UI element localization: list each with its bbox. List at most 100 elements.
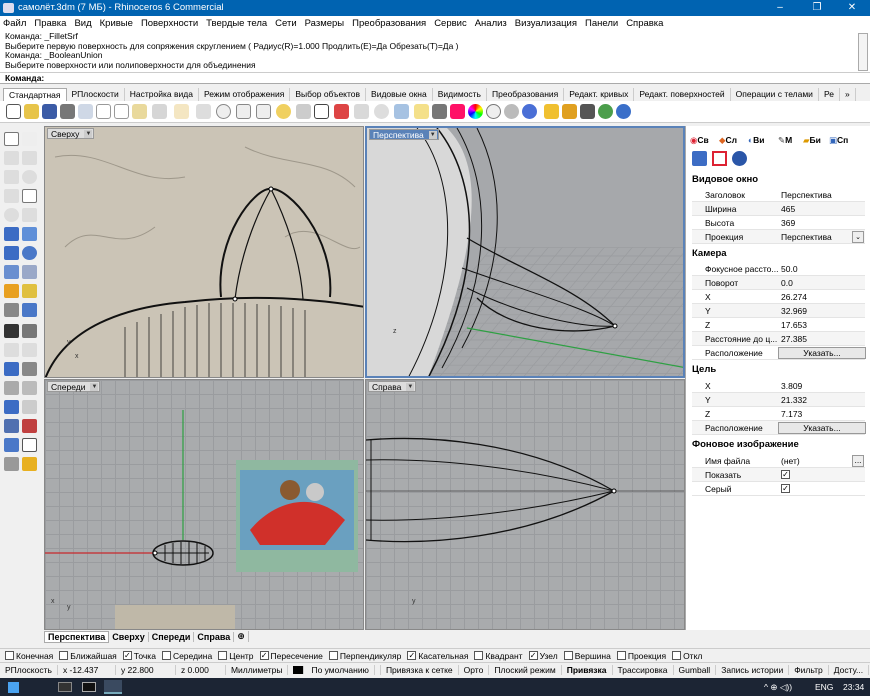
- osnap-item[interactable]: Конечная: [5, 651, 53, 661]
- rectangle-icon[interactable]: [22, 189, 37, 203]
- tab-standard[interactable]: Стандартная: [3, 88, 67, 101]
- osnap-item[interactable]: ✓ Узел: [528, 651, 558, 661]
- cplane-status[interactable]: РПлоскость: [0, 665, 58, 675]
- system-tray-icons[interactable]: ^ ⊕ ◁)): [764, 682, 792, 693]
- print-icon[interactable]: [60, 104, 75, 119]
- pan-hand-icon[interactable]: [174, 104, 189, 119]
- tab-viewport-layout[interactable]: Видовые окна: [366, 88, 433, 101]
- rotate-icon[interactable]: [4, 400, 19, 414]
- planar-toggle[interactable]: Плоский режим: [489, 665, 562, 675]
- import-icon[interactable]: [78, 104, 93, 119]
- cplane-icon[interactable]: [354, 104, 369, 119]
- menu-solids[interactable]: Твердые тела: [206, 18, 267, 29]
- projection-select[interactable]: Перспектива: [781, 230, 832, 244]
- move-icon[interactable]: [4, 381, 19, 395]
- light-icon[interactable]: [544, 104, 559, 119]
- loft-icon[interactable]: [22, 227, 37, 241]
- curve-icon[interactable]: [4, 170, 19, 184]
- focal-length-field[interactable]: 50.0: [781, 262, 798, 276]
- zoom-extents-icon[interactable]: [256, 104, 271, 119]
- mesh-icon[interactable]: [22, 265, 37, 279]
- viewport-menu-icon[interactable]: ▼: [90, 383, 99, 391]
- tab-cplanes[interactable]: РПлоскости: [67, 88, 125, 101]
- osnap-checkbox[interactable]: ✓: [259, 651, 269, 660]
- osnap-checkbox[interactable]: [672, 651, 682, 660]
- tab-solid-tools[interactable]: Операции с телами: [731, 88, 819, 101]
- options-gear-icon[interactable]: [562, 104, 577, 119]
- menu-surfaces[interactable]: Поверхности: [141, 18, 198, 29]
- osnap-checkbox[interactable]: [563, 651, 573, 660]
- ellipse-icon[interactable]: [4, 208, 19, 222]
- menu-curves[interactable]: Кривые: [100, 18, 133, 29]
- camera-properties-icon[interactable]: [692, 151, 707, 166]
- boolean-icon[interactable]: [4, 324, 19, 338]
- terminal-icon[interactable]: [82, 682, 96, 692]
- rotation-field[interactable]: 0.0: [781, 276, 793, 290]
- panel-tab-library[interactable]: ▰Би: [803, 134, 821, 147]
- mirror-icon[interactable]: [4, 419, 19, 433]
- clock[interactable]: 23:34: [843, 682, 864, 692]
- access-status[interactable]: Досту...: [829, 665, 870, 675]
- menu-help[interactable]: Справка: [626, 18, 663, 29]
- select-icon[interactable]: [374, 104, 389, 119]
- osnap-item[interactable]: Проекция: [616, 651, 666, 661]
- panel-tab-materials[interactable]: ✎М: [778, 134, 792, 147]
- command-line[interactable]: Команда:: [0, 73, 870, 84]
- menu-view[interactable]: Вид: [74, 18, 91, 29]
- tab-curve-tools[interactable]: Редакт. кривых: [564, 88, 635, 101]
- height-field[interactable]: 369: [781, 216, 795, 230]
- check-icon[interactable]: [598, 104, 613, 119]
- grasshopper-icon[interactable]: [580, 104, 595, 119]
- filter-toggle[interactable]: Фильтр: [789, 665, 829, 675]
- menu-render[interactable]: Визуализация: [515, 18, 577, 29]
- menu-tools[interactable]: Сервис: [434, 18, 467, 29]
- sphere-icon[interactable]: [22, 246, 37, 260]
- tab-display[interactable]: Режим отображения: [199, 88, 291, 101]
- add-viewport-tab-button[interactable]: ⊕: [234, 631, 249, 642]
- target-z-field[interactable]: 7.173: [781, 407, 802, 421]
- osnap-checkbox[interactable]: [5, 651, 14, 660]
- viewport-right-label[interactable]: Справа ▼: [368, 381, 417, 392]
- camera-y-field[interactable]: 32.969: [781, 304, 807, 318]
- four-viewports-icon[interactable]: [314, 104, 329, 119]
- camera-location-button[interactable]: Указать...: [778, 347, 866, 359]
- frame-icon[interactable]: [712, 151, 727, 166]
- tab-more[interactable]: Ре: [819, 88, 840, 101]
- tabs-overflow-button[interactable]: »: [840, 88, 856, 101]
- viewport-right[interactable]: Справа ▼ y: [365, 379, 685, 630]
- osnap-item[interactable]: Откл: [672, 651, 702, 661]
- viewport-menu-icon[interactable]: ▼: [84, 130, 93, 138]
- width-field[interactable]: 465: [781, 202, 795, 216]
- viewport-front[interactable]: Спереди ▼ x y: [44, 379, 364, 630]
- rotate-view-icon[interactable]: [196, 104, 211, 119]
- layers-icon[interactable]: [394, 104, 409, 119]
- polyline-icon[interactable]: [4, 151, 19, 165]
- history-toggle[interactable]: Запись истории: [716, 665, 790, 675]
- panel-tab-views[interactable]: ◐Ви: [748, 134, 765, 147]
- minimize-button[interactable]: –: [762, 0, 798, 16]
- close-button[interactable]: ✕: [834, 0, 870, 16]
- osnap-toggle[interactable]: Привязка: [562, 665, 613, 675]
- viewport-tab-front[interactable]: Спереди: [149, 631, 195, 642]
- material-icon[interactable]: [504, 104, 519, 119]
- viewport-front-label[interactable]: Спереди ▼: [47, 381, 101, 392]
- osnap-checkbox[interactable]: [59, 651, 69, 660]
- copy-icon[interactable]: [114, 104, 129, 119]
- target-y-field[interactable]: 21.332: [781, 393, 807, 407]
- help-icon[interactable]: [616, 104, 631, 119]
- title-field[interactable]: Перспектива: [781, 188, 832, 202]
- show-checkbox[interactable]: ✓: [781, 470, 790, 479]
- rhino-taskbar-icon[interactable]: [104, 680, 122, 694]
- pan-icon[interactable]: [296, 104, 311, 119]
- distance-field[interactable]: 27.385: [781, 332, 807, 346]
- text-icon[interactable]: [4, 362, 19, 376]
- osnap-item[interactable]: Середина: [161, 651, 212, 661]
- viewport-top-label[interactable]: Сверху ▼: [47, 128, 95, 139]
- osnap-item[interactable]: Ближайшая: [59, 651, 117, 661]
- checkmark-icon[interactable]: [22, 438, 37, 452]
- chevron-down-icon[interactable]: ⌄: [852, 231, 864, 243]
- osnap-checkbox[interactable]: [474, 651, 484, 660]
- menu-dimensions[interactable]: Размеры: [305, 18, 344, 29]
- blend-icon[interactable]: [22, 343, 37, 357]
- surface-icon[interactable]: [4, 227, 19, 241]
